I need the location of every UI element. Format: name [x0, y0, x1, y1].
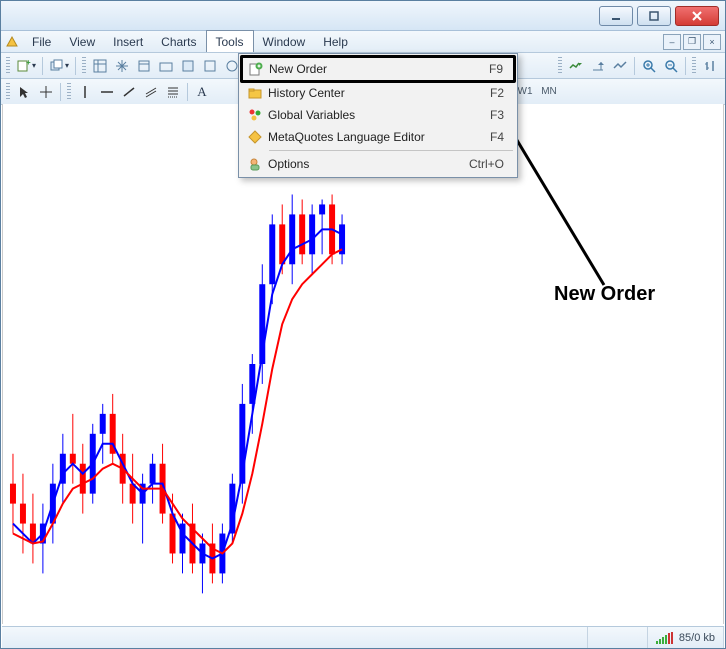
plus-icon: [243, 62, 269, 76]
menu-item-label: Options: [268, 157, 469, 171]
editor-icon: [242, 130, 268, 144]
timeframe-mn[interactable]: MN: [537, 82, 561, 102]
toolbar-grip[interactable]: [82, 57, 86, 75]
new-chart-button[interactable]: +▾: [13, 55, 39, 77]
menu-file[interactable]: File: [23, 31, 60, 52]
fibonacci-button[interactable]: [162, 81, 184, 103]
menu-charts[interactable]: Charts: [152, 31, 205, 52]
minimize-button[interactable]: [599, 6, 633, 26]
menu-new-order[interactable]: New Order F9: [240, 55, 516, 83]
tools-dropdown: New Order F9 History Center F2 Global Va…: [238, 53, 518, 178]
indicators-button[interactable]: [609, 55, 631, 77]
menu-item-shortcut: F4: [490, 130, 514, 144]
menu-global-variables[interactable]: Global Variables F3: [241, 104, 515, 126]
candlestick-chart[interactable]: [3, 104, 723, 624]
svg-text:+: +: [26, 58, 31, 67]
terminal-button[interactable]: [155, 55, 177, 77]
vertical-line-button[interactable]: [74, 81, 96, 103]
menu-window[interactable]: Window: [254, 31, 315, 52]
menu-item-label: Global Variables: [268, 108, 490, 122]
close-button[interactable]: [675, 6, 719, 26]
menu-view[interactable]: View: [60, 31, 104, 52]
chart-area[interactable]: [2, 104, 724, 624]
navigator-button[interactable]: [111, 55, 133, 77]
toolbar-grip[interactable]: [6, 83, 10, 101]
menubar: File View Insert Charts Tools Window Hel…: [1, 31, 725, 53]
zoom-in-button[interactable]: [638, 55, 660, 77]
statusbar: 85/0 kb: [2, 626, 724, 648]
menu-insert[interactable]: Insert: [104, 31, 152, 52]
mdi-close-button[interactable]: ×: [703, 34, 721, 50]
connection-text: 85/0 kb: [679, 632, 715, 644]
zoom-out-button[interactable]: [660, 55, 682, 77]
mdi-restore-button[interactable]: ❐: [683, 34, 701, 50]
channel-button[interactable]: [140, 81, 162, 103]
connection-bars-icon: [656, 632, 673, 644]
menu-item-label: New Order: [269, 62, 489, 76]
menu-separator: [269, 150, 513, 151]
strategy-tester-button[interactable]: [177, 55, 199, 77]
annotation-label: New Order: [554, 283, 655, 306]
trendline-button[interactable]: [118, 81, 140, 103]
options-icon: [242, 157, 268, 171]
toolbar-grip[interactable]: [6, 57, 10, 75]
bar-chart-button[interactable]: [699, 55, 721, 77]
titlebar: [1, 1, 725, 31]
variables-icon: [242, 108, 268, 122]
menu-item-shortcut: Ctrl+O: [469, 157, 514, 171]
maximize-button[interactable]: [637, 6, 671, 26]
app-icon: [1, 31, 23, 52]
menu-metaeditor[interactable]: MetaQuotes Language Editor F4: [241, 126, 515, 148]
menu-item-shortcut: F2: [490, 86, 514, 100]
data-window-button[interactable]: [133, 55, 155, 77]
menu-item-label: MetaQuotes Language Editor: [268, 130, 490, 144]
text-label-button[interactable]: A: [191, 81, 213, 103]
window-controls: [599, 6, 725, 26]
mdi-controls: – ❐ ×: [661, 31, 725, 52]
chart-shift-button[interactable]: [587, 55, 609, 77]
folder-icon: [242, 86, 268, 100]
profiles-button[interactable]: ▾: [46, 55, 72, 77]
menu-item-shortcut: F3: [490, 108, 514, 122]
tb-button-a[interactable]: [199, 55, 221, 77]
menu-help[interactable]: Help: [314, 31, 357, 52]
toolbar-grip[interactable]: [692, 57, 696, 75]
app-window: File View Insert Charts Tools Window Hel…: [0, 0, 726, 649]
mdi-minimize-button[interactable]: –: [663, 34, 681, 50]
horizontal-line-button[interactable]: [96, 81, 118, 103]
toolbar-grip[interactable]: [558, 57, 562, 75]
menu-item-shortcut: F9: [489, 62, 513, 76]
crosshair-button[interactable]: [35, 81, 57, 103]
toolbar-grip[interactable]: [67, 83, 71, 101]
timeframe-bar: W1 MN: [513, 82, 561, 102]
auto-scroll-button[interactable]: [565, 55, 587, 77]
menu-tools[interactable]: Tools: [206, 30, 254, 52]
menu-item-label: History Center: [268, 86, 490, 100]
market-watch-button[interactable]: [89, 55, 111, 77]
status-empty: [588, 627, 648, 648]
status-help: [2, 627, 588, 648]
menu-history-center[interactable]: History Center F2: [241, 82, 515, 104]
cursor-button[interactable]: [13, 81, 35, 103]
menu-options[interactable]: Options Ctrl+O: [241, 153, 515, 175]
status-connection[interactable]: 85/0 kb: [648, 627, 724, 648]
